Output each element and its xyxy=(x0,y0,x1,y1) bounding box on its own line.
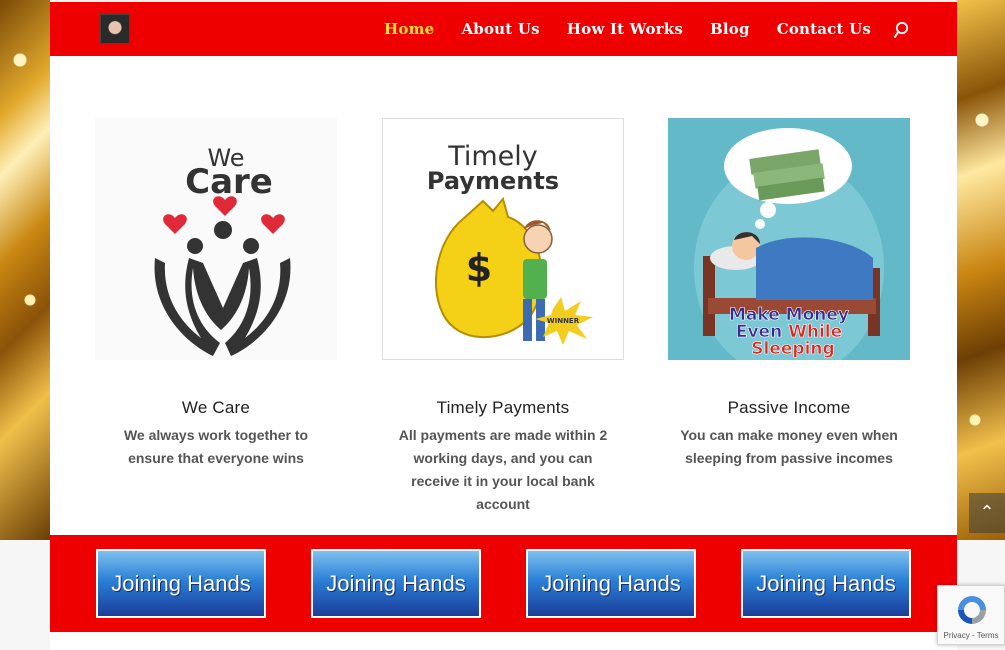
winner-badge-text: WINNER xyxy=(547,317,580,325)
main-nav: Home About Us How It Works Blog Contact … xyxy=(357,2,871,56)
joining-hands-banner[interactable]: Joining Hands xyxy=(96,549,266,618)
background-bottom-left xyxy=(0,540,50,650)
banner-label: Joining Hands xyxy=(326,571,466,596)
chevron-up-icon: ⌃ xyxy=(979,502,995,523)
we-care-image: We Care xyxy=(95,118,337,360)
passive-income-image: Make Money Even While Sleeping xyxy=(668,118,910,360)
timely-payments-image: Timely Payments $ WINNER xyxy=(382,118,624,360)
background-gold-left xyxy=(0,0,50,540)
banner-label: Joining Hands xyxy=(756,571,896,596)
feature-passive-income: Make Money Even While Sleeping Passive I… xyxy=(668,118,910,470)
recaptcha-badge[interactable]: Privacy - Terms xyxy=(937,585,1005,645)
feature-title: We Care xyxy=(181,398,251,417)
we-care-image-big-text: Care xyxy=(185,162,273,202)
site-logo[interactable] xyxy=(100,14,130,44)
background-gold-right xyxy=(957,0,1005,540)
feature-text: We always work together to ensure that e… xyxy=(123,427,309,466)
feature-text: You can make money even when sleeping fr… xyxy=(680,427,898,466)
feature-title: Passive Income xyxy=(727,398,851,417)
joining-hands-banner[interactable]: Joining Hands xyxy=(526,549,696,618)
recaptcha-icon xyxy=(958,596,986,624)
feature-title: Timely Payments xyxy=(436,398,570,417)
back-to-top-button[interactable]: ⌃ xyxy=(969,493,1005,533)
feature-text: All payments are made within 2 working d… xyxy=(398,427,608,512)
nav-home[interactable]: Home xyxy=(384,20,434,38)
svg-text:$: $ xyxy=(466,246,492,290)
nav-about-us[interactable]: About Us xyxy=(461,20,539,38)
feature-we-care: We Care We Care We always work together … xyxy=(95,118,337,470)
joining-hands-banner[interactable]: Joining Hands xyxy=(741,549,911,618)
nav-contact-us[interactable]: Contact Us xyxy=(777,20,871,38)
site-header: Home About Us How It Works Blog Contact … xyxy=(50,2,957,56)
banner-label: Joining Hands xyxy=(111,571,251,596)
feature-timely-payments: Timely Payments $ WINNER Timely Payments… xyxy=(382,118,624,516)
banner-label: Joining Hands xyxy=(541,571,681,596)
recaptcha-text: Privacy - Terms xyxy=(943,631,999,640)
joining-hands-band: Joining Hands Joining Hands Joining Hand… xyxy=(50,535,957,632)
timely-image-big-text: Payments xyxy=(427,167,559,195)
page-container: Home About Us How It Works Blog Contact … xyxy=(50,2,957,650)
nav-blog[interactable]: Blog xyxy=(710,20,750,38)
nav-how-it-works[interactable]: How It Works xyxy=(567,20,683,38)
joining-hands-banner[interactable]: Joining Hands xyxy=(311,549,481,618)
passive-image-line3: Sleeping xyxy=(751,339,834,359)
search-icon[interactable] xyxy=(893,21,909,39)
